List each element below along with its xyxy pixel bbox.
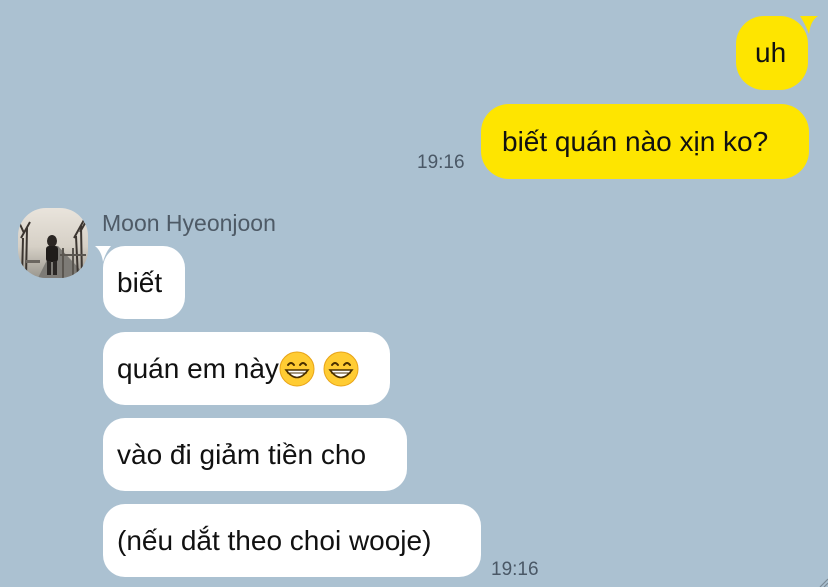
outgoing-message-bubble[interactable]: biết quán nào xịn ko? bbox=[481, 104, 809, 179]
grinning-face-emoji bbox=[279, 351, 315, 386]
message-timestamp: 19:16 bbox=[491, 559, 539, 580]
message-text: (nếu dắt theo choi wooje) bbox=[117, 524, 432, 556]
incoming-message-bubble[interactable]: (nếu dắt theo choi wooje) bbox=[103, 504, 481, 577]
message-text: quán em này bbox=[117, 352, 279, 384]
message-timestamp: 19:16 bbox=[417, 152, 465, 173]
resize-grip-icon bbox=[819, 578, 828, 587]
avatar[interactable] bbox=[18, 208, 88, 278]
incoming-message-bubble[interactable]: biết bbox=[103, 246, 185, 319]
bubble-tail bbox=[800, 16, 818, 34]
message-text: biết bbox=[117, 266, 163, 298]
outgoing-message-bubble[interactable]: uh bbox=[736, 16, 808, 90]
avatar-photo bbox=[18, 208, 88, 278]
incoming-message-bubble[interactable]: vào đi giảm tiền cho bbox=[103, 418, 407, 491]
message-text: uh bbox=[755, 37, 787, 68]
incoming-message-bubble[interactable]: quán em này bbox=[103, 332, 390, 405]
grinning-face-emoji bbox=[323, 351, 359, 386]
sender-name[interactable]: Moon Hyeonjoon bbox=[102, 210, 276, 237]
message-text: biết quán nào xịn ko? bbox=[502, 125, 769, 157]
message-text: vào đi giảm tiền cho bbox=[117, 438, 367, 470]
